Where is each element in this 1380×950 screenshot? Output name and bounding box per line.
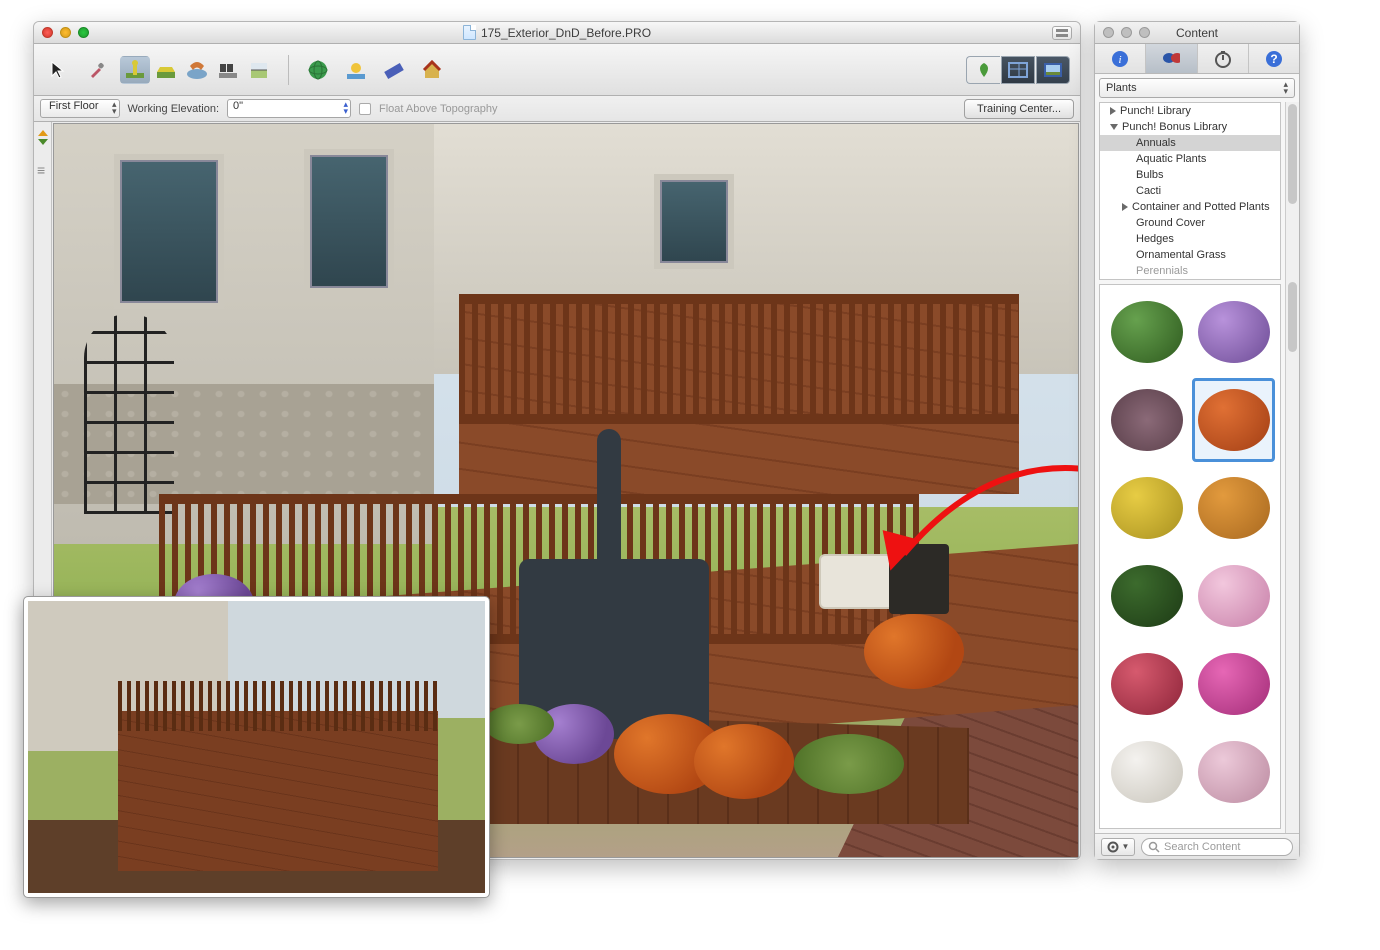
toolbar-divider (288, 55, 289, 85)
landscape-tool-3[interactable] (182, 56, 212, 84)
search-input[interactable]: Search Content (1141, 838, 1293, 856)
measure-tool[interactable] (379, 56, 409, 84)
house-tool[interactable] (417, 56, 447, 84)
category-value: Plants (1106, 82, 1137, 94)
landscape-tool-5[interactable] (244, 56, 274, 84)
category-selector[interactable]: Plants ▴▾ (1099, 78, 1295, 98)
main-toolbar (34, 44, 1080, 96)
tree-ornamental-grass[interactable]: Ornamental Grass (1100, 247, 1280, 263)
plant-thumb-3[interactable] (1106, 379, 1187, 461)
plant-thumb-12[interactable] (1193, 731, 1274, 813)
training-center-label: Training Center... (977, 103, 1061, 115)
training-center-button[interactable]: Training Center... (964, 99, 1074, 119)
plant-thumb-8[interactable] (1193, 555, 1274, 637)
working-elevation-label: Working Elevation: (128, 103, 220, 115)
tree-hedges[interactable]: Hedges (1100, 231, 1280, 247)
svg-text:i: i (1119, 54, 1122, 66)
document-icon (463, 25, 476, 40)
tree-container[interactable]: Container and Potted Plants (1100, 199, 1280, 215)
plant-thumb-2[interactable] (1193, 291, 1274, 373)
floor-selector-value: First Floor (49, 100, 99, 112)
content-panel: Content i ? Plants ▴▾ Punch! Library Pun… (1094, 21, 1300, 860)
landscape-tool-2[interactable] (151, 56, 181, 84)
eyedropper-tool[interactable] (82, 56, 112, 84)
sun-tool[interactable] (341, 56, 371, 84)
tree-cacti[interactable]: Cacti (1100, 183, 1280, 199)
working-elevation-input[interactable]: 0" ▴▾ (227, 99, 351, 118)
tree-aquatic[interactable]: Aquatic Plants (1100, 151, 1280, 167)
float-above-label: Float Above Topography (379, 103, 497, 115)
info-tab[interactable]: i (1095, 44, 1146, 73)
thumbnail-grid (1099, 284, 1281, 829)
plant-thumb-10[interactable] (1193, 643, 1274, 725)
gear-menu-button[interactable]: ▼ (1101, 838, 1135, 856)
plant-thumb-9[interactable] (1106, 643, 1187, 725)
search-placeholder: Search Content (1164, 841, 1240, 853)
floor-selector[interactable]: First Floor ▴▾ (40, 99, 120, 118)
tree-bonus-library[interactable]: Punch! Bonus Library (1100, 119, 1280, 135)
help-tab[interactable]: ? (1249, 44, 1299, 73)
plant-thumb-1[interactable] (1106, 291, 1187, 373)
3d-view-button[interactable] (1036, 56, 1070, 84)
thumbs-scrollbar[interactable] (1285, 280, 1299, 833)
pointer-tool[interactable] (44, 56, 74, 84)
gutter-grip-icon: ≡ (37, 162, 47, 174)
overview-window[interactable] (23, 596, 490, 898)
timer-tab[interactable] (1198, 44, 1249, 73)
float-above-checkbox[interactable] (359, 103, 371, 115)
globe-tool[interactable] (303, 56, 333, 84)
content-tabs: i ? (1095, 44, 1299, 74)
view-mode-group (966, 56, 1070, 84)
search-icon (1148, 841, 1160, 853)
plant-thumb-7[interactable] (1106, 555, 1187, 637)
library-tree[interactable]: Punch! Library Punch! Bonus Library Annu… (1099, 102, 1281, 280)
options-toolbar: First Floor ▴▾ Working Elevation: 0" ▴▾ … (34, 96, 1080, 122)
tree-scrollbar[interactable] (1285, 102, 1299, 280)
tree-punch-library[interactable]: Punch! Library (1100, 103, 1280, 119)
content-title: Content (1095, 26, 1299, 40)
plan-view-button[interactable] (1001, 56, 1035, 84)
tree-annuals[interactable]: Annuals (1100, 135, 1280, 151)
gutter-up-icon (38, 130, 48, 136)
tree-perennials[interactable]: Perennials (1100, 263, 1280, 279)
eco-view-button[interactable] (966, 56, 1000, 84)
landscape-tool-1[interactable] (120, 56, 150, 84)
content-title-text: Content (1176, 26, 1218, 40)
window-title: 175_Exterior_DnD_Before.PRO (34, 25, 1080, 40)
tree-ground-cover[interactable]: Ground Cover (1100, 215, 1280, 231)
landscape-tool-group (120, 56, 274, 84)
tree-bulbs[interactable]: Bulbs (1100, 167, 1280, 183)
plant-thumb-5[interactable] (1106, 467, 1187, 549)
gear-icon (1107, 841, 1119, 853)
content-titlebar[interactable]: Content (1095, 22, 1299, 44)
gutter-down-icon (38, 139, 48, 145)
working-elevation-value: 0" (233, 100, 243, 112)
main-titlebar[interactable]: 175_Exterior_DnD_Before.PRO (34, 22, 1080, 44)
svg-text:?: ? (1270, 52, 1277, 66)
overview-render (28, 601, 485, 893)
content-footer: ▼ Search Content (1095, 833, 1299, 859)
library-tab[interactable] (1146, 44, 1197, 73)
plant-thumb-6[interactable] (1193, 467, 1274, 549)
plant-thumb-11[interactable] (1106, 731, 1187, 813)
window-title-text: 175_Exterior_DnD_Before.PRO (481, 26, 651, 40)
plant-thumb-4-selected[interactable] (1193, 379, 1274, 461)
landscape-tool-4[interactable] (213, 56, 243, 84)
